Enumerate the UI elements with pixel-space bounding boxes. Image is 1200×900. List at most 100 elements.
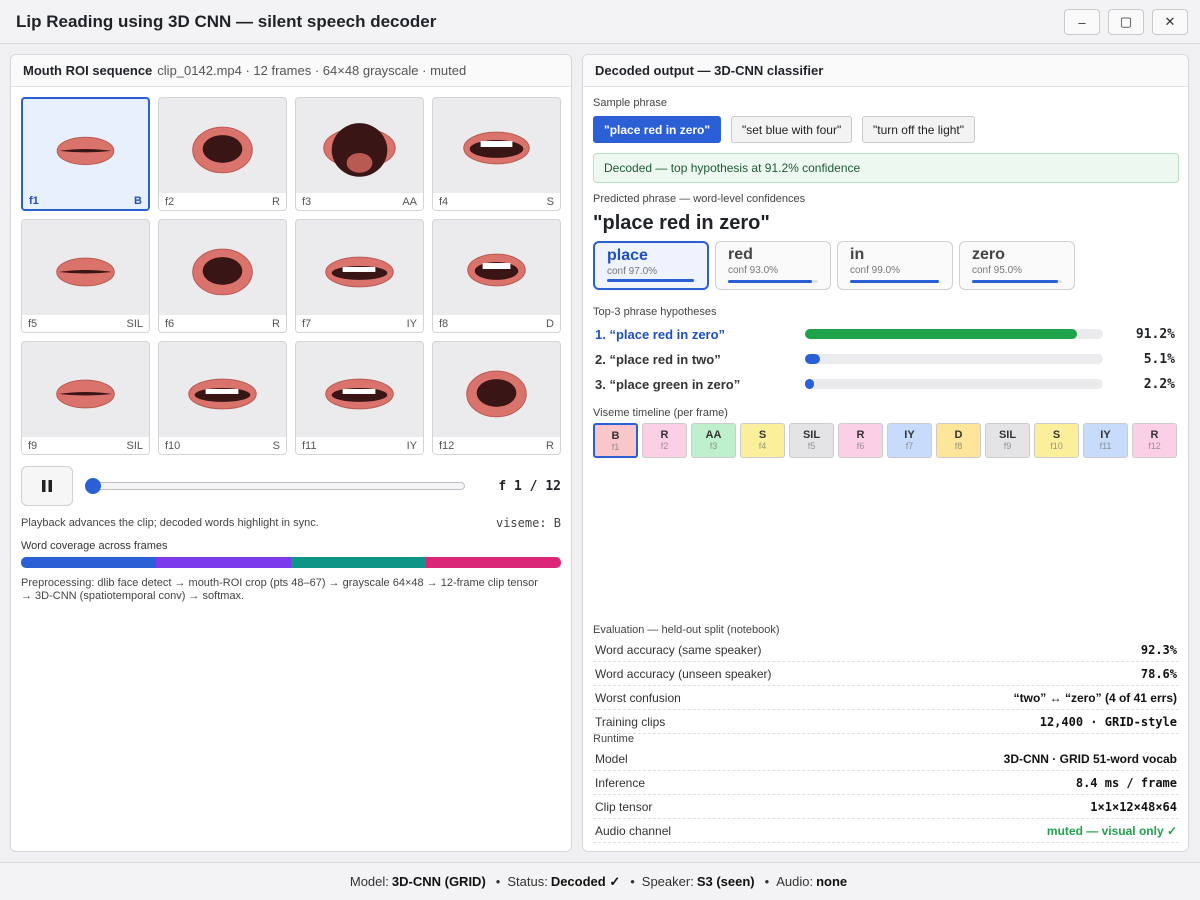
frame-thumb-f6[interactable]: f6 R bbox=[158, 219, 287, 333]
hypothesis-fill bbox=[805, 354, 821, 364]
word-card-red[interactable]: red conf 93.0% bbox=[715, 241, 831, 290]
sample-chip-1[interactable]: "place red in zero" bbox=[593, 116, 722, 143]
viseme-cell-f7[interactable]: IY f7 bbox=[887, 423, 932, 458]
kv-value: 8.4 ms / frame bbox=[1075, 776, 1177, 790]
viseme-code: IY bbox=[1100, 429, 1111, 441]
viseme-code: SIL bbox=[802, 429, 821, 441]
word-text: place bbox=[607, 247, 648, 264]
viseme-code: IY bbox=[904, 429, 915, 441]
frame-label: f5 SIL bbox=[22, 315, 149, 332]
kv-row: Word accuracy (unseen speaker) 78.6% bbox=[593, 662, 1179, 686]
frame-thumb-f12[interactable]: f12 R bbox=[432, 341, 561, 455]
frame-viseme: SIL bbox=[126, 439, 143, 452]
close-button[interactable]: ✕ bbox=[1152, 9, 1188, 35]
hypothesis-text: 1. “place red in zero” bbox=[595, 327, 726, 342]
viseme-cell-f12[interactable]: R f12 bbox=[1132, 423, 1177, 458]
viseme-frame: f5 bbox=[807, 441, 816, 451]
window-title: Lip Reading using 3D CNN — silent speech… bbox=[16, 11, 437, 31]
frame-label: f1 B bbox=[23, 192, 148, 209]
frame-thumb-f5[interactable]: f5 SIL bbox=[21, 219, 150, 333]
frame-id: f9 bbox=[28, 439, 38, 452]
word-confidence: conf 93.0% bbox=[728, 265, 779, 276]
viseme-cell-f2[interactable]: R f2 bbox=[642, 423, 687, 458]
mouth-image bbox=[56, 136, 115, 166]
playback-slider-thumb[interactable] bbox=[85, 478, 101, 494]
status-label: Status: bbox=[507, 874, 548, 889]
word-confidence: conf 99.0% bbox=[850, 265, 901, 276]
playback-slider[interactable] bbox=[91, 482, 465, 490]
frame-thumb-f3[interactable]: f3 AA bbox=[295, 97, 424, 211]
frame-label: f6 R bbox=[159, 315, 286, 332]
hypothesis-bar bbox=[805, 354, 1103, 364]
kv-value: 3D-CNN · GRID 51-word vocab bbox=[1003, 752, 1177, 766]
frame-thumb-f8[interactable]: f8 D bbox=[432, 219, 561, 333]
frame-id: f11 bbox=[302, 439, 317, 452]
viseme-code: R bbox=[1150, 429, 1159, 441]
separator: • bbox=[764, 874, 770, 889]
frame-id: f1 bbox=[29, 194, 39, 207]
frame-label: f9 SIL bbox=[22, 437, 149, 454]
speaker-label: Speaker: bbox=[641, 874, 694, 889]
maximize-button[interactable]: ▢ bbox=[1108, 9, 1144, 35]
word-card-place[interactable]: place conf 97.0% bbox=[593, 241, 709, 290]
mouth-image bbox=[56, 379, 115, 409]
frame-label: f12 R bbox=[433, 437, 560, 454]
viseme-code: D bbox=[954, 429, 963, 441]
viseme-cell-f5[interactable]: SIL f5 bbox=[789, 423, 834, 458]
viseme-cell-f9[interactable]: SIL f9 bbox=[985, 423, 1030, 458]
hypothesis-row: 2. “place red in two” 5.1% bbox=[595, 350, 1175, 370]
frame-thumb-f7[interactable]: f7 IY bbox=[295, 219, 424, 333]
status-value: Decoded ✓ bbox=[550, 873, 621, 889]
word-text: in bbox=[850, 246, 865, 263]
frame-thumb-f4[interactable]: f4 S bbox=[432, 97, 561, 211]
sample-chip-3[interactable]: "turn off the light" bbox=[862, 116, 976, 143]
frame-viseme: S bbox=[546, 195, 554, 208]
title-bar: Lip Reading using 3D CNN — silent speech… bbox=[0, 0, 1200, 44]
frame-viseme: S bbox=[272, 439, 280, 452]
mouth-image bbox=[188, 378, 257, 410]
frame-thumb-f10[interactable]: f10 S bbox=[158, 341, 287, 455]
frame-id: f3 bbox=[302, 195, 312, 208]
kv-row: Model 3D-CNN · GRID 51-word vocab bbox=[593, 747, 1179, 771]
hypothesis-fill bbox=[805, 329, 1077, 339]
frame-viseme: SIL bbox=[126, 317, 143, 330]
viseme-cell-f3[interactable]: AA f3 bbox=[691, 423, 736, 458]
viseme-frame: f4 bbox=[758, 441, 767, 451]
pause-button[interactable] bbox=[21, 466, 73, 506]
kv-value: “two” ↔ “zero” (4 of 41 errs) bbox=[1013, 691, 1177, 705]
viseme-cell-f8[interactable]: D f8 bbox=[936, 423, 981, 458]
coverage-segment-place bbox=[21, 557, 156, 568]
viseme-cell-f10[interactable]: S f10 bbox=[1034, 423, 1079, 458]
kv-value: 78.6% bbox=[1140, 667, 1177, 681]
word-card-zero[interactable]: zero conf 95.0% bbox=[959, 241, 1075, 290]
frame-thumb-f9[interactable]: f9 SIL bbox=[21, 341, 150, 455]
frame-thumb-f2[interactable]: f2 R bbox=[158, 97, 287, 211]
speaker-value: S3 (seen) bbox=[696, 874, 755, 889]
viseme-code: S bbox=[1052, 429, 1061, 441]
kv-key: Training clips bbox=[595, 715, 666, 729]
minimize-icon: – bbox=[1078, 14, 1086, 30]
frame-counter: f 1 / 12 bbox=[498, 479, 561, 494]
sample-chip-2[interactable]: "set blue with four" bbox=[731, 116, 853, 143]
viseme-cell-f1[interactable]: B f1 bbox=[593, 423, 638, 458]
hypothesis-text: 2. “place red in two” bbox=[595, 352, 721, 367]
confidence-fill bbox=[728, 280, 812, 283]
close-icon: ✕ bbox=[1164, 14, 1176, 29]
frame-id: f5 bbox=[28, 317, 38, 330]
frame-label: f8 D bbox=[433, 315, 560, 332]
viseme-cell-f4[interactable]: S f4 bbox=[740, 423, 785, 458]
hypothesis-text: 3. “place green in zero” bbox=[595, 377, 741, 392]
panel-header: Decoded output — 3D-CNN classifier bbox=[583, 55, 1188, 87]
maximize-icon: ▢ bbox=[1119, 14, 1133, 29]
minimize-button[interactable]: – bbox=[1064, 9, 1100, 35]
word-card-in[interactable]: in conf 99.0% bbox=[837, 241, 953, 290]
frame-id: f4 bbox=[439, 195, 449, 208]
mouth-image bbox=[467, 253, 526, 287]
viseme-cell-f11[interactable]: IY f11 bbox=[1083, 423, 1128, 458]
frame-thumb-f1[interactable]: f1 B bbox=[21, 97, 150, 211]
panel-title: Decoded output — 3D-CNN classifier bbox=[595, 63, 824, 78]
confidence-fill bbox=[850, 280, 940, 283]
viseme-cell-f6[interactable]: R f6 bbox=[838, 423, 883, 458]
frame-label: f4 S bbox=[433, 193, 560, 210]
frame-thumb-f11[interactable]: f11 IY bbox=[295, 341, 424, 455]
